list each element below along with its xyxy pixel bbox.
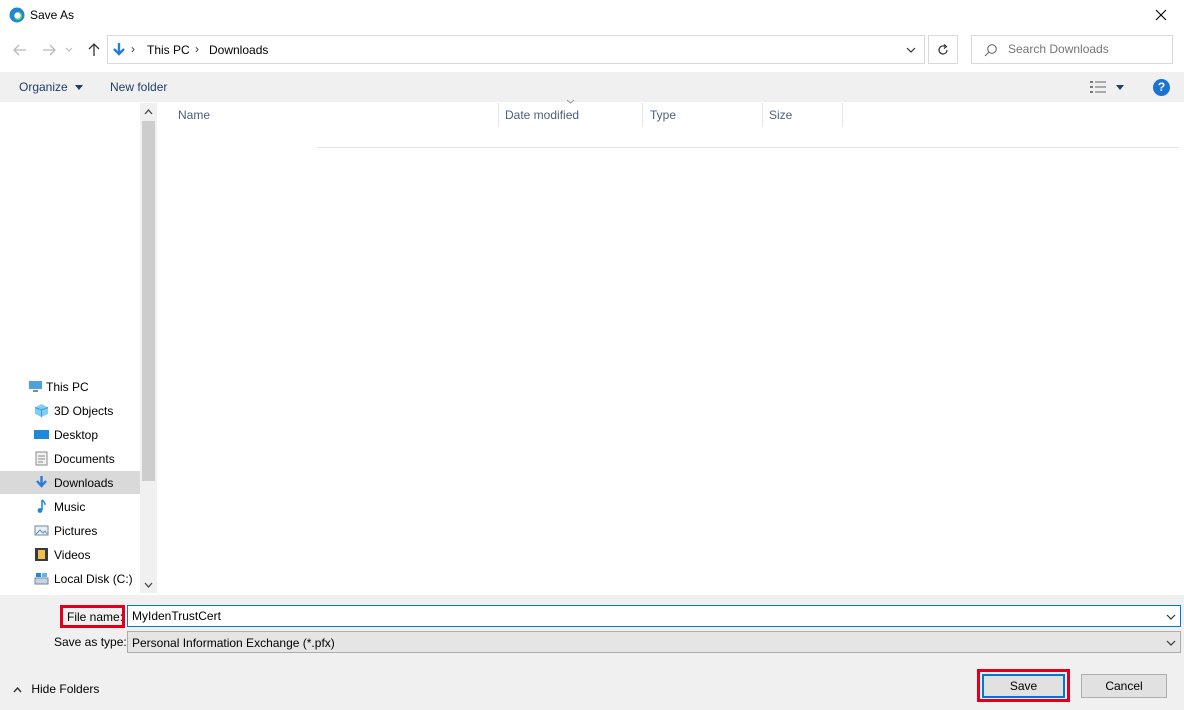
command-bar: Organize New folder ? [0,72,1184,102]
window-title: Save As [30,8,75,22]
scroll-up-button[interactable] [140,103,157,120]
hide-folders-label: Hide Folders [31,682,100,696]
sidebar-item-label: Local Disk (C:) [54,572,133,586]
title-bar: Save As [0,0,1184,30]
details-view-icon [1090,81,1106,93]
chevron-down-icon[interactable] [1166,614,1176,620]
save-button[interactable]: Save [982,674,1065,698]
scroll-down-button[interactable] [140,576,157,593]
column-divider[interactable] [842,103,843,127]
sidebar-item-this-pc[interactable]: This PC [0,375,140,398]
column-divider[interactable] [762,103,763,127]
file-name-field[interactable] [127,605,1181,627]
search-box[interactable] [971,35,1173,64]
music-note-icon [37,499,46,513]
sidebar-item-local-disk[interactable]: Local Disk (C:) [0,567,140,590]
save-as-type-value: Personal Information Exchange (*.pfx) [132,636,335,650]
sidebar-item-label: Pictures [54,524,98,538]
cube-icon [34,404,49,417]
sidebar-item-3d-objects[interactable]: 3D Objects [0,399,140,422]
sidebar-item-music[interactable]: Music [0,495,140,518]
sidebar-item-label: Music [54,500,86,514]
document-icon [35,451,48,466]
caret-down-icon [1116,85,1124,90]
column-header-date-modified[interactable]: Date modified [505,108,579,122]
chevron-up-icon [13,686,22,693]
address-dropdown-button[interactable] [898,35,924,64]
forward-arrow-icon [43,44,56,56]
column-header-size[interactable]: Size [769,108,792,122]
scrollbar-thumb[interactable] [142,121,155,481]
column-header-type[interactable]: Type [650,108,676,122]
file-list-empty-area [317,147,1179,148]
sidebar-item-downloads[interactable]: Downloads [0,471,140,494]
save-as-type-select[interactable]: Personal Information Exchange (*.pfx) [127,631,1181,653]
back-arrow-icon [13,44,26,56]
caret-down-icon [75,85,84,91]
disk-icon [34,573,49,585]
recent-locations-button[interactable] [62,38,76,62]
chevron-down-icon [144,582,153,588]
help-button[interactable]: ? [1153,79,1170,96]
chevron-up-icon [144,108,153,114]
sidebar-item-label: 3D Objects [54,404,114,418]
sidebar-item-label: Documents [54,452,115,466]
address-bar[interactable]: › This PC › Downloads [107,35,925,64]
file-name-label: File name: [67,610,124,624]
picture-icon [34,525,49,536]
sidebar-item-videos[interactable]: Videos [0,543,140,566]
navigation-pane: This PC 3D Objects Desktop Documents Dow… [0,103,157,593]
up-button[interactable] [83,38,105,62]
sidebar-item-label: This PC [46,380,89,394]
organize-menu[interactable]: Organize [19,80,84,94]
hide-folders-button[interactable]: Hide Folders [13,682,99,696]
download-icon [36,476,47,488]
chevron-down-icon [906,47,916,53]
save-as-type-label: Save as type: [54,635,127,649]
cancel-button[interactable]: Cancel [1081,674,1167,698]
chevron-down-icon [1166,640,1176,646]
sidebar-item-pictures[interactable]: Pictures [0,519,140,542]
breadcrumb-separator: › [131,42,135,56]
desktop-icon [34,430,49,439]
sort-indicator-icon [566,99,575,104]
sidebar-item-label: Desktop [54,428,99,442]
column-divider[interactable] [498,103,499,127]
breadcrumb-downloads[interactable]: Downloads [209,43,268,57]
chevron-down-icon [65,47,73,52]
computer-icon [29,381,42,392]
up-arrow-icon [88,43,100,56]
forward-button[interactable] [38,38,60,62]
sidebar-scrollbar[interactable] [140,103,157,593]
refresh-button[interactable] [928,35,958,64]
back-button[interactable] [9,38,31,62]
search-input[interactable] [1008,42,1168,56]
breadcrumb-this-pc[interactable]: This PC [147,43,190,57]
edge-browser-icon [9,7,25,23]
close-button[interactable] [1138,0,1184,30]
organize-label: Organize [19,80,68,94]
sidebar-item-documents[interactable]: Documents [0,447,140,470]
close-icon [1155,9,1167,21]
column-header-name[interactable]: Name [178,108,210,122]
new-folder-button[interactable]: New folder [110,80,167,94]
film-icon [35,548,48,561]
sidebar-item-label: Videos [54,548,91,562]
file-name-input[interactable] [132,609,1152,623]
sidebar-item-label: Downloads [54,476,114,490]
search-icon [984,44,997,57]
refresh-icon [938,43,948,55]
download-folder-icon [113,43,125,56]
sidebar-item-desktop[interactable]: Desktop [0,423,140,446]
breadcrumb-separator: › [195,42,199,56]
column-divider[interactable] [642,103,643,127]
change-view-button[interactable] [1088,78,1132,96]
